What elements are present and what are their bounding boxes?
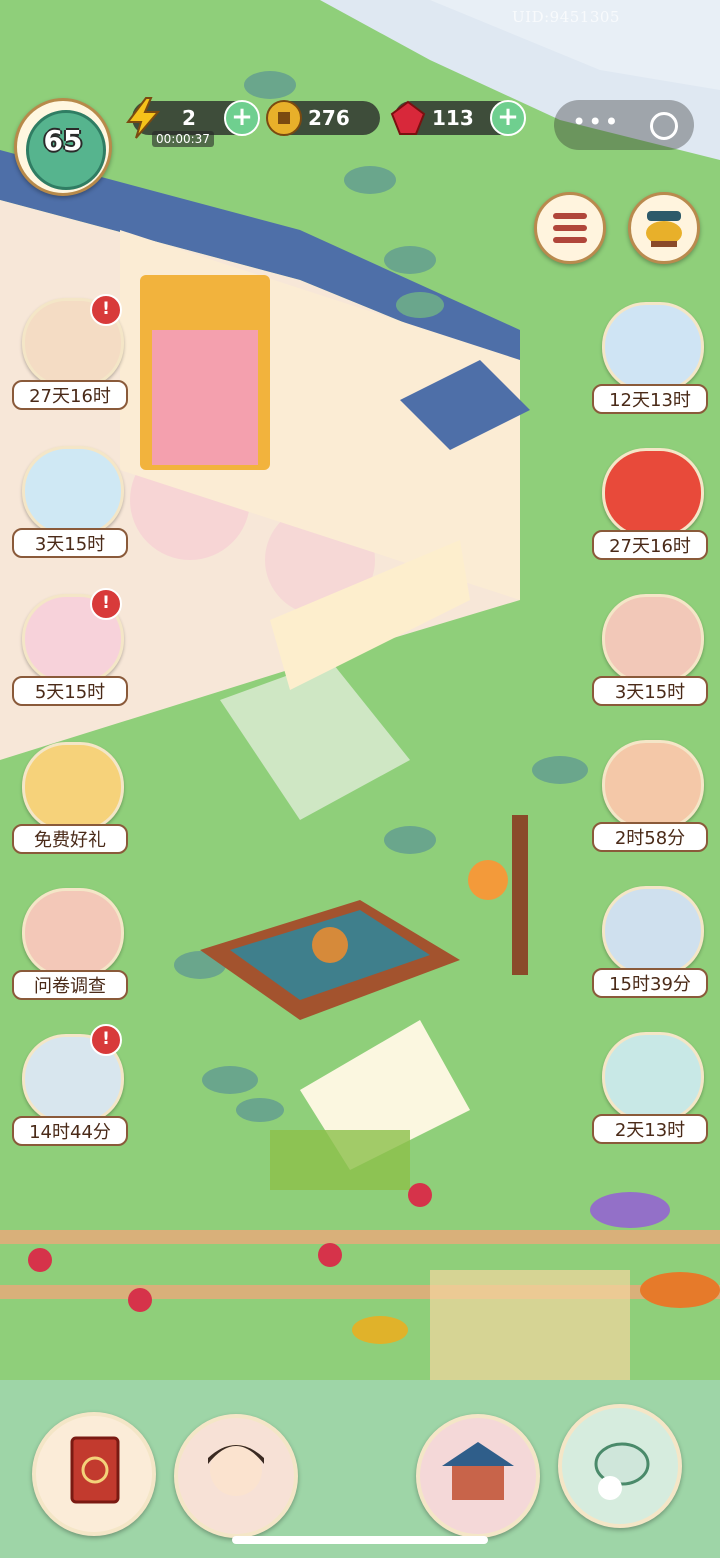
shop-pavilion-button[interactable] <box>416 1414 540 1538</box>
event-timer: 3天15时 <box>592 676 708 706</box>
home-indicator <box>232 1536 488 1544</box>
event-right-6[interactable]: 2天13时 <box>590 1030 710 1148</box>
questionnaire-scroll-icon <box>22 888 124 978</box>
close-target-icon[interactable] <box>650 112 678 140</box>
event-timer: 3天15时 <box>12 528 128 558</box>
one-plus-one-icon <box>602 886 704 976</box>
energy-timer: 00:00:37 <box>152 131 214 147</box>
teapot-rabbit-button[interactable] <box>558 1404 682 1528</box>
task-list-button[interactable] <box>534 192 606 264</box>
more-options-icon[interactable]: ••• <box>572 108 620 136</box>
event-label: 免费好礼 <box>12 824 128 854</box>
fan-and-gifts-icon <box>602 448 704 538</box>
event-left-4[interactable]: 免费好礼 <box>10 740 130 858</box>
event-right-2[interactable]: 27天16时 <box>590 446 710 564</box>
event-right-3[interactable]: 3天15时 <box>590 592 710 710</box>
event-timer: 27天16时 <box>12 380 128 410</box>
event-timer: 15时39分 <box>592 968 708 998</box>
add-gems-button[interactable]: + <box>490 100 526 136</box>
list-icon <box>553 213 587 243</box>
gift-emblem-icon <box>22 742 124 832</box>
journal-book-button[interactable] <box>32 1412 156 1536</box>
lucky-cat-icon <box>602 594 704 684</box>
husky-dog-icon <box>602 302 704 392</box>
gem-value: 113 <box>432 106 474 130</box>
coin-value: 276 <box>308 106 350 130</box>
event-timer: 14时44分 <box>12 1116 128 1146</box>
cat-gift-box-icon <box>602 1032 704 1122</box>
event-right-1[interactable]: 12天13时 <box>590 300 710 418</box>
treasure-bowl-button[interactable] <box>628 192 700 264</box>
event-timer: 27天16时 <box>592 530 708 560</box>
event-right-4[interactable]: 2时58分 <box>590 738 710 856</box>
character-face-icon <box>208 1444 264 1496</box>
red-book-icon <box>70 1436 120 1504</box>
alert-badge-icon: ! <box>90 588 122 620</box>
event-timer: 2天13时 <box>592 1114 708 1144</box>
player-level-badge[interactable]: 65 <box>14 98 112 196</box>
event-left-5[interactable]: 问卷调查 <box>10 886 130 1004</box>
level-number: 65 <box>43 124 83 157</box>
coin-icon <box>266 100 302 136</box>
add-energy-button[interactable]: + <box>224 100 260 136</box>
alert-badge-icon: ! <box>90 294 122 326</box>
teapot-icon <box>594 1442 650 1500</box>
ruby-gem-icon <box>390 100 426 135</box>
energy-value: 2 <box>182 106 196 130</box>
event-timer: 2时58分 <box>592 822 708 852</box>
treasure-pot-icon <box>602 740 704 830</box>
fox-cat-icon <box>22 446 124 536</box>
event-timer: 5天15时 <box>12 676 128 706</box>
event-timer: 12天13时 <box>592 384 708 414</box>
pavilion-icon <box>442 1442 514 1500</box>
event-left-2[interactable]: 3天15时 <box>10 444 130 562</box>
system-menu-pill: ••• <box>554 100 694 150</box>
event-label: 问卷调查 <box>12 970 128 1000</box>
event-right-5[interactable]: 15时39分 <box>590 884 710 1002</box>
treasure-bowl-icon <box>646 211 682 247</box>
uid-text: UID:9451305 <box>512 8 620 26</box>
character-button[interactable] <box>174 1414 298 1538</box>
alert-badge-icon: ! <box>90 1024 122 1056</box>
